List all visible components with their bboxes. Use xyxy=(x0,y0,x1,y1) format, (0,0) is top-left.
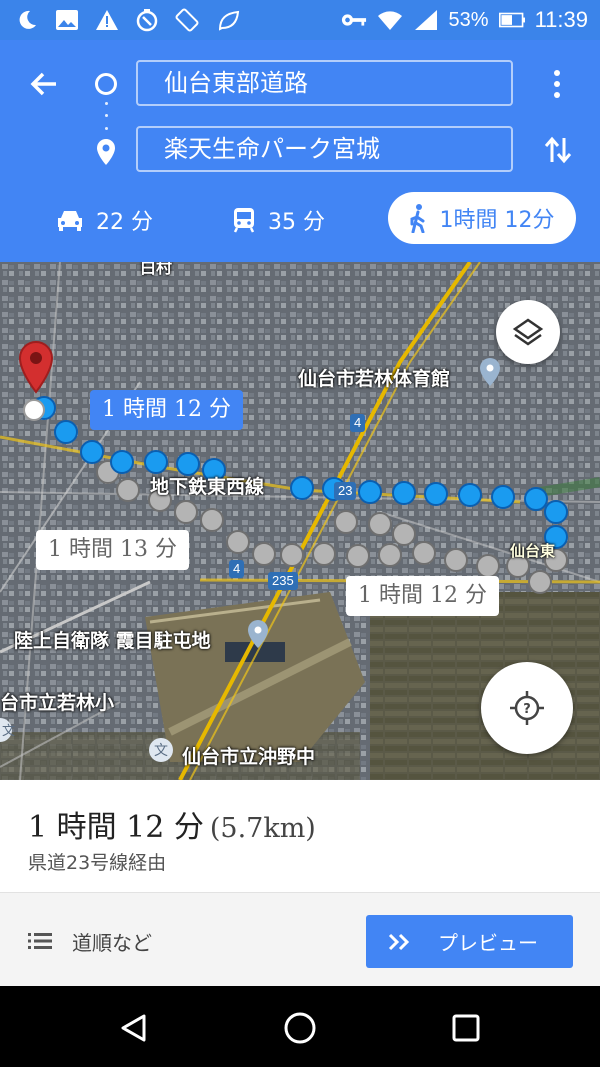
preview-button[interactable]: プレビュー xyxy=(366,915,573,968)
route-actions: 道順など プレビュー xyxy=(0,892,600,986)
origin-marker-icon xyxy=(95,73,117,95)
location-target-icon: ? xyxy=(510,691,544,725)
mode-transit-label: 35 分 xyxy=(268,210,325,235)
gym-place-icon[interactable] xyxy=(478,357,502,387)
image-icon xyxy=(54,7,80,33)
origin-field[interactable]: 仙台東部道路 xyxy=(136,60,513,106)
route-distance: (5.7km) xyxy=(209,813,316,844)
map-label-subway: 地下鉄東西線 xyxy=(150,476,265,498)
moon-icon xyxy=(14,7,40,33)
map-label-gym: 仙台市若林体育館 xyxy=(298,368,451,390)
route-connector xyxy=(104,102,108,142)
key-icon xyxy=(341,7,367,33)
steps-label: 道順など xyxy=(72,930,152,955)
nav-recents-button[interactable] xyxy=(446,1008,486,1048)
android-nav-bar xyxy=(0,986,600,1067)
travel-modes: 22 分 35 分 1時間 12分 xyxy=(0,192,600,248)
mode-walk-selected[interactable]: 1時間 12分 xyxy=(388,192,576,244)
svg-text:文: 文 xyxy=(2,724,15,739)
route-bubble-alt-1[interactable]: 1 時間 13 分 xyxy=(36,530,189,570)
more-options-button[interactable] xyxy=(540,62,574,106)
route-bubble-alt-2[interactable]: 1 時間 12 分 xyxy=(346,576,499,616)
map-label-school-wakabayashi: 台市立若林小 xyxy=(0,692,115,714)
map-label-camp: 陸上自衛隊 霞目駐屯地 xyxy=(14,630,211,652)
battery-icon xyxy=(498,7,525,33)
car-icon xyxy=(58,211,82,231)
road-4-shield: 4 xyxy=(229,560,245,578)
destination-field[interactable]: 楽天生命パーク宮城 xyxy=(136,126,513,172)
route-duration-line: 1 時間 12 分 (5.7km) xyxy=(28,802,316,846)
nav-home-button[interactable] xyxy=(280,1008,320,1048)
map-label-school-okino: 仙台市立沖野中 xyxy=(182,746,316,768)
screen-rotate-icon xyxy=(174,7,200,33)
warning-icon xyxy=(94,7,120,33)
school-place-icon[interactable]: 文 xyxy=(148,737,174,763)
map-label-top-partial: 白村 xyxy=(140,262,173,277)
train-icon xyxy=(233,208,255,233)
mode-car-label: 22 分 xyxy=(96,210,153,235)
back-arrow-icon xyxy=(30,72,56,96)
route-via: 県道23号線経由 xyxy=(28,852,167,874)
nav-home-icon xyxy=(284,1012,316,1044)
battery-percent: 53% xyxy=(448,8,489,31)
nav-back-button[interactable] xyxy=(114,1008,154,1048)
signal-icon xyxy=(413,7,439,33)
back-button[interactable] xyxy=(22,62,66,106)
road-235-shield: 235 xyxy=(268,572,298,590)
status-bar: 53% 11:39 xyxy=(0,0,600,40)
nav-recents-icon xyxy=(452,1014,480,1042)
wifi-icon xyxy=(377,7,403,33)
nav-back-icon xyxy=(121,1014,146,1042)
map-label-sendai-east: 仙台東 xyxy=(510,542,556,560)
clock: 11:39 xyxy=(534,7,588,32)
mode-car[interactable]: 22 分 xyxy=(56,194,153,246)
swap-icon xyxy=(544,136,572,164)
road-4-shield: 4 xyxy=(350,414,366,432)
double-chevron-icon xyxy=(388,933,410,950)
svg-text:文: 文 xyxy=(154,743,168,759)
map-destination-pin-icon[interactable] xyxy=(16,340,56,400)
steps-button[interactable]: 道順など xyxy=(28,923,152,959)
mode-walk-label: 1時間 12分 xyxy=(439,208,555,233)
my-location-button[interactable]: ? xyxy=(481,662,573,754)
svg-text:?: ? xyxy=(523,702,531,717)
school-place-icon-edge[interactable]: 文 xyxy=(0,717,16,743)
swap-button[interactable] xyxy=(536,128,580,172)
road-23-shield: 23 xyxy=(334,482,357,500)
directions-header: 仙台東部道路 楽天生命パーク宮城 22 分 35 分 1時間 12分 xyxy=(0,40,600,262)
list-icon xyxy=(28,933,52,949)
route-bubble-selected[interactable]: 1 時間 12 分 xyxy=(90,390,243,430)
camp-place-icon[interactable] xyxy=(246,619,270,649)
layers-button[interactable] xyxy=(496,300,560,364)
layers-icon xyxy=(512,318,544,346)
destination-pin-icon xyxy=(94,138,118,166)
map-view[interactable]: 文 文 4 4 23 235 白村 仙台市若林体育館 地下鉄東西線 陸上自衛隊 … xyxy=(0,262,600,780)
walk-icon xyxy=(410,204,424,233)
mode-transit[interactable]: 35 分 xyxy=(232,194,325,246)
preview-label: プレビュー xyxy=(438,931,538,955)
timer-icon xyxy=(134,7,160,33)
route-duration: 1 時間 12 分 xyxy=(28,810,204,845)
eco-leaf-icon xyxy=(214,7,240,33)
route-summary[interactable]: 1 時間 12 分 (5.7km) 県道23号線経由 xyxy=(0,780,600,892)
